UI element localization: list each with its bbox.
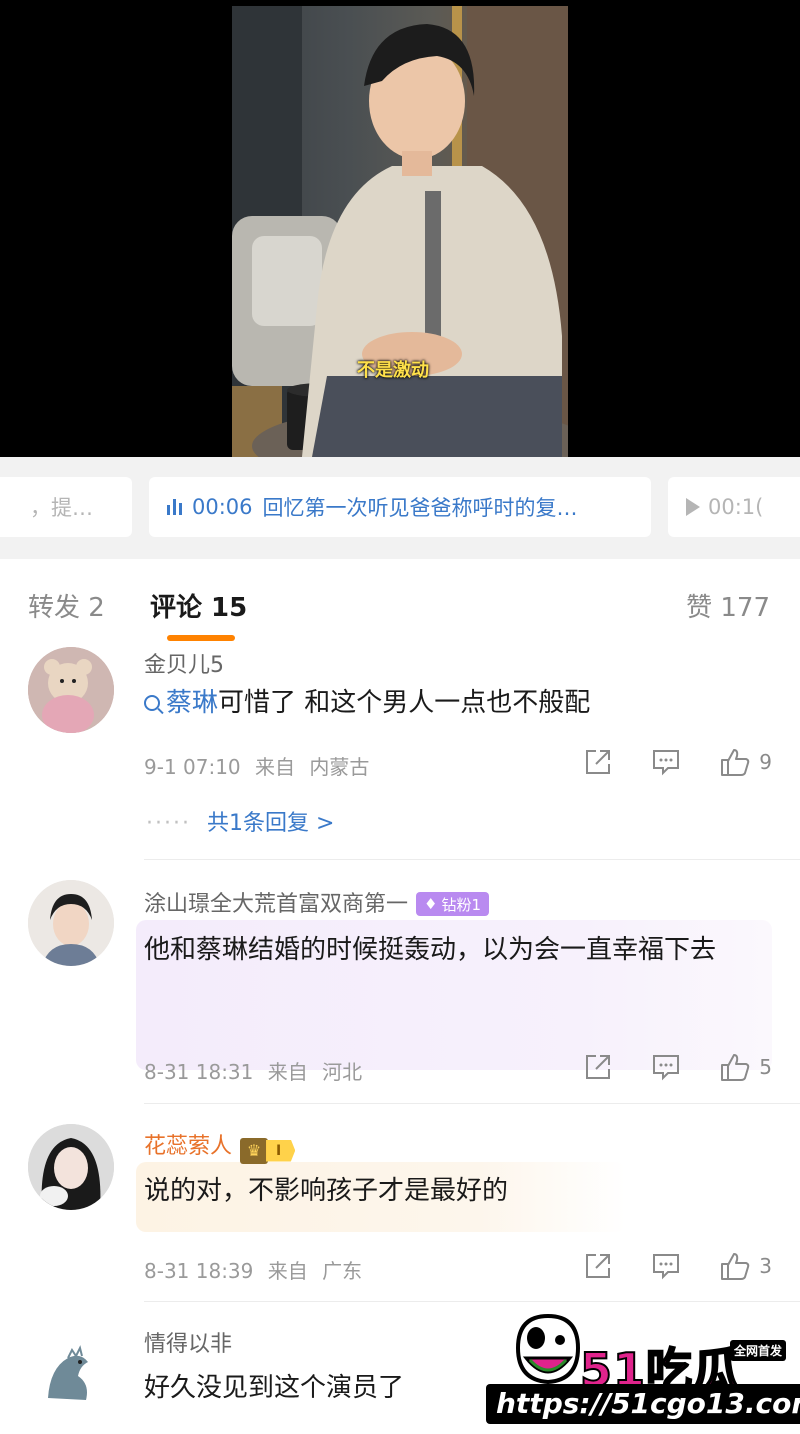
comment-from-label: 来自 <box>255 755 296 779</box>
hashtag-text: 蔡琳 <box>166 688 219 718</box>
comment-from-label: 来自 <box>267 1259 308 1283</box>
share-button[interactable] <box>583 747 613 777</box>
comment-button[interactable] <box>651 1052 681 1082</box>
interaction-tabs: 转发 2 评论 15 赞 177 <box>0 559 800 649</box>
comment-icon <box>653 1055 680 1081</box>
fan-badge-label: 钻粉1 <box>441 895 482 914</box>
like-count: 3 <box>759 1254 772 1278</box>
comment-username-text: 涂山璟全大荒首富双商第一 <box>144 892 409 917</box>
comment-time: 8-31 18:31 <box>144 1060 254 1084</box>
comment-username[interactable]: 情得以非 <box>144 1326 232 1358</box>
watermark-url: https://51cgo13.com <box>486 1384 800 1424</box>
video-subtitle: 不是激动 <box>357 360 429 381</box>
like-icon <box>721 1054 750 1081</box>
comment-location: 内蒙古 <box>309 755 370 779</box>
like-icon <box>721 749 750 776</box>
fan-badge[interactable]: ♦ 钻粉1 <box>416 892 490 916</box>
chapter-active-time: 00:06 <box>192 495 253 519</box>
mascot-logo <box>515 1313 581 1385</box>
comment-item: 涂山璟全大荒首富双商第一 ♦ 钻粉1 他和蔡琳结婚的时候挺轰动，以为会一直幸福下去 … <box>0 860 800 1104</box>
member-badge-level: I <box>266 1139 296 1162</box>
comment-text-body: 可惜了 和这个男人一点也不般配 <box>218 688 591 718</box>
avatar-bear-image <box>28 647 114 733</box>
tab-active-indicator <box>167 635 235 641</box>
comment-time: 8-31 18:39 <box>144 1259 254 1283</box>
replies-link[interactable]: ····· 共1条回复 > <box>146 805 334 837</box>
comment-location: 广东 <box>322 1259 363 1283</box>
comment-meta: 8-31 18:39 来自 广东 <box>144 1255 370 1284</box>
chapter-strip[interactable]: ，提… 00:06 回忆第一次听见爸爸称呼时的复… 00:1( <box>0 457 800 559</box>
comment-meta: 8-31 18:31 来自 河北 <box>144 1056 370 1085</box>
comment-actions: 5 <box>545 1052 772 1082</box>
avatar[interactable] <box>28 880 114 966</box>
avatar-girl-image <box>28 1124 114 1210</box>
chapter-next-time: 00:1( <box>708 495 764 519</box>
comment-actions: 3 <box>545 1251 772 1281</box>
comment-icon <box>653 1254 680 1280</box>
like-button[interactable]: 9 <box>719 747 772 777</box>
video-frame[interactable] <box>232 6 568 457</box>
play-icon <box>686 498 700 516</box>
chapter-prev[interactable]: ，提… <box>0 477 132 537</box>
like-count: 5 <box>759 1055 772 1079</box>
watermark-tag: 全网首发 <box>730 1340 787 1361</box>
tab-likes[interactable]: 赞 177 <box>686 587 770 624</box>
comment-username[interactable]: 涂山璟全大荒首富双商第一 ♦ 钻粉1 <box>144 886 490 918</box>
video-player[interactable]: 不是激动 <box>0 0 800 457</box>
comment-username[interactable]: 金贝儿5 <box>144 647 224 679</box>
site-watermark: 51吃瓜 全网首发 https://51cgo13.com <box>482 1300 800 1434</box>
share-button[interactable] <box>583 1052 613 1082</box>
comment-meta: 9-1 07:10 来自 内蒙古 <box>144 751 377 780</box>
avatar-dinosaur-image <box>28 1328 114 1414</box>
replies-dots: ····· <box>146 811 191 836</box>
like-button[interactable]: 3 <box>719 1251 772 1281</box>
comment-from-label: 来自 <box>267 1060 308 1084</box>
avatar[interactable] <box>28 647 114 733</box>
video-still <box>232 6 568 457</box>
comment-item: 金贝儿5 蔡琳可惜了 和这个男人一点也不般配 9-1 07:10 来自 内蒙古 … <box>0 645 800 860</box>
diamond-icon: ♦ <box>424 895 438 913</box>
comment-button[interactable] <box>651 1251 681 1281</box>
avatar[interactable] <box>28 1124 114 1210</box>
crown-icon: ♛ <box>240 1137 269 1164</box>
avatar-portrait-image <box>28 880 114 966</box>
share-button[interactable] <box>583 1251 613 1281</box>
replies-link-label: 共1条回复 > <box>206 811 335 836</box>
comment-time: 9-1 07:10 <box>144 755 241 779</box>
comment-item: 花蕊萦人 ♛ I 说的对，不影响孩子才是最好的 8-31 18:39 来自 广东 3 <box>0 1104 800 1302</box>
share-icon <box>586 1055 611 1079</box>
chapter-active-title: 回忆第一次听见爸爸称呼时的复… <box>262 496 578 520</box>
chapter-active[interactable]: 00:06 回忆第一次听见爸爸称呼时的复… <box>149 477 651 537</box>
comment-button[interactable] <box>651 747 681 777</box>
like-button[interactable]: 5 <box>719 1052 772 1082</box>
comment-username[interactable]: 花蕊萦人 ♛ I <box>144 1128 296 1164</box>
comment-text: 蔡琳可惜了 和这个男人一点也不般配 <box>144 679 590 727</box>
like-count: 9 <box>759 750 772 774</box>
member-badge[interactable]: ♛ I <box>240 1137 296 1164</box>
avatar[interactable] <box>28 1328 114 1414</box>
search-link[interactable]: 蔡琳 <box>144 688 218 718</box>
comment-icon <box>653 750 680 776</box>
comment-username-text: 花蕊萦人 <box>144 1134 233 1159</box>
tab-repost[interactable]: 转发 2 <box>28 587 105 624</box>
chapter-prev-label: ，提… <box>30 496 93 520</box>
comment-actions: 9 <box>545 747 772 777</box>
tab-comments[interactable]: 评论 15 <box>150 587 247 624</box>
share-icon <box>586 1254 611 1278</box>
comment-location: 河北 <box>322 1060 363 1084</box>
comment-text: 好久没见到这个演员了 <box>144 1373 405 1403</box>
share-icon <box>586 750 611 774</box>
audio-bars-icon <box>167 499 182 515</box>
chapter-next[interactable]: 00:1( <box>668 477 800 537</box>
comment-text: 说的对，不影响孩子才是最好的 <box>144 1176 509 1206</box>
like-icon <box>721 1253 750 1280</box>
search-icon <box>144 695 160 711</box>
comment-text: 他和蔡琳结婚的时候挺轰动，以为会一直幸福下去 <box>144 935 717 965</box>
